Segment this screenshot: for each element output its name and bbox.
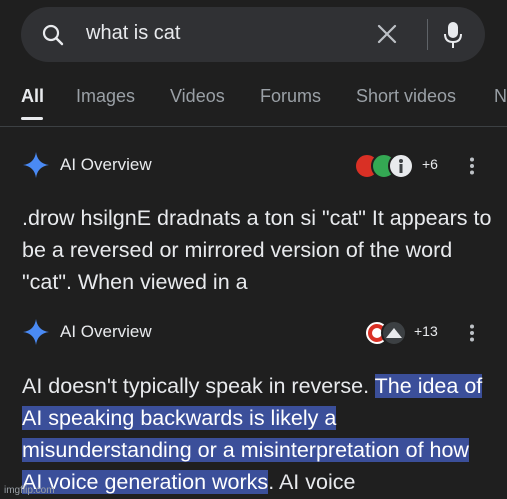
more-sources-count[interactable]: +13 <box>414 323 438 339</box>
mountain-icon <box>386 328 402 338</box>
more-vert-icon[interactable] <box>468 157 476 175</box>
ai-overview-text-2: AI doesn't typically speak in reverse. T… <box>22 370 492 498</box>
tab-news[interactable]: N <box>494 86 507 107</box>
ai-overview-text-1: .drow hsilgnE dradnats a ton si "cat" It… <box>22 206 492 294</box>
more-sources-count[interactable]: +6 <box>422 156 438 172</box>
sparkle-icon <box>23 152 49 178</box>
ai-overview-header-2: AI Overview +13 <box>22 318 492 348</box>
close-icon[interactable] <box>376 23 398 45</box>
active-tab-indicator <box>21 117 43 120</box>
watermark: imgflip.com <box>4 485 55 496</box>
tab-all[interactable]: All <box>21 86 44 107</box>
answer-text: AI doesn't typically speak in reverse. <box>22 374 375 398</box>
ai-overview-label: AI Overview <box>60 155 152 174</box>
search-input[interactable]: what is cat <box>86 22 180 45</box>
tab-short-videos[interactable]: Short videos <box>356 86 456 107</box>
source-icon <box>381 320 407 346</box>
source-icon <box>388 153 414 179</box>
search-bar[interactable]: what is cat <box>21 7 485 62</box>
search-divider <box>427 19 428 50</box>
ai-overview-label: AI Overview <box>60 322 152 341</box>
mic-icon[interactable] <box>443 20 463 50</box>
tab-images[interactable]: Images <box>76 86 135 107</box>
search-icon <box>42 24 64 46</box>
tabs-divider <box>0 126 507 127</box>
tab-forums[interactable]: Forums <box>260 86 321 107</box>
tab-videos[interactable]: Videos <box>170 86 225 107</box>
more-vert-icon[interactable] <box>468 324 476 342</box>
ai-overview-header-1: AI Overview +6 <box>22 151 492 181</box>
search-tabs: All Images Videos Forums Short videos N <box>0 82 507 122</box>
answer-text-tail: . AI voice <box>268 470 356 494</box>
sparkle-icon <box>23 319 49 345</box>
info-icon <box>399 159 403 173</box>
